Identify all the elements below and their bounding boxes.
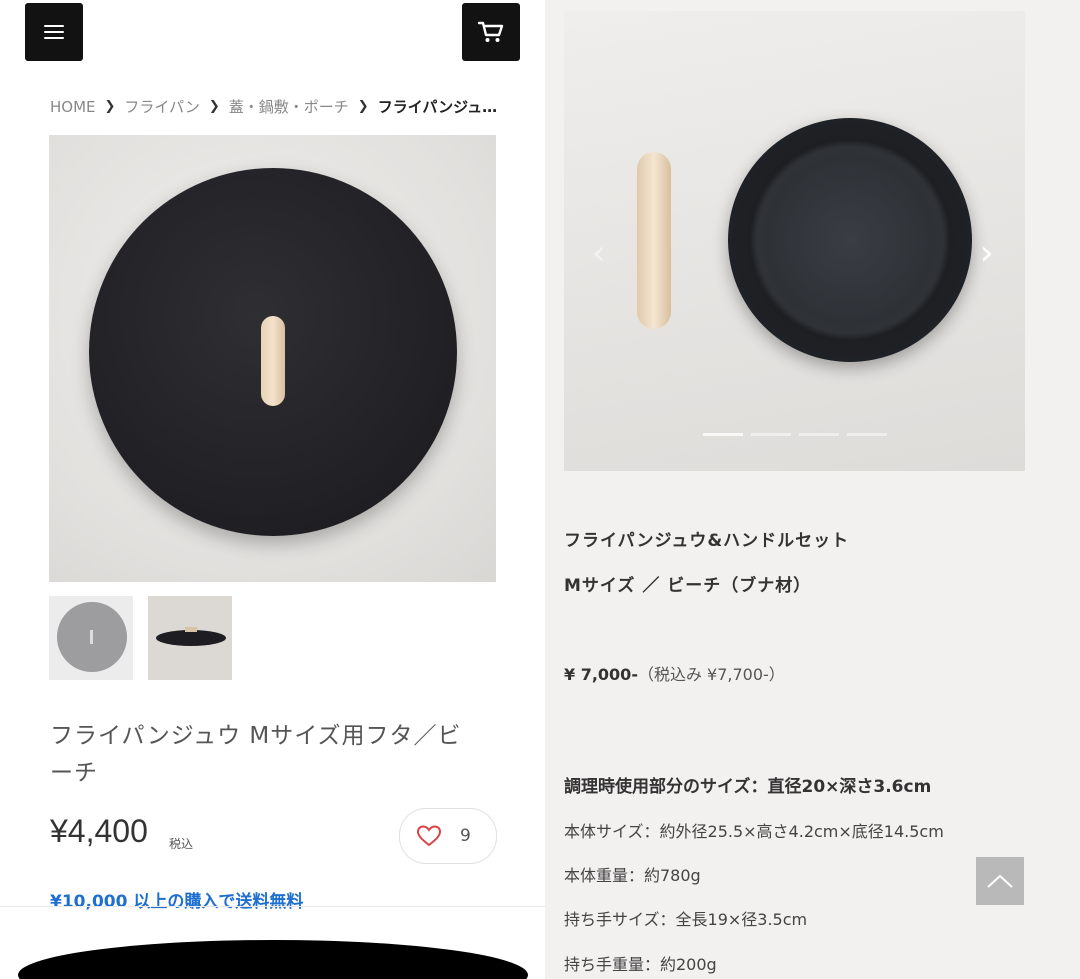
product-image-slider[interactable]: ‹ › xyxy=(564,11,1025,471)
slider-dot[interactable] xyxy=(703,433,743,436)
thumbnail-2[interactable] xyxy=(148,596,232,680)
slider-dots xyxy=(703,433,887,436)
spec-body-size: 本体サイズ：約外径25.5×高さ4.2cm×底径14.5cm xyxy=(564,822,944,841)
product-price: ¥4,400 xyxy=(50,813,148,849)
chevron-left-icon[interactable]: ‹ xyxy=(592,236,606,270)
chevron-right-icon: ❯ xyxy=(208,99,220,114)
heart-icon xyxy=(416,825,442,847)
breadcrumb: HOME ❯ フライパン ❯ 蓋・鍋敷・ポーチ ❯ フライパンジュ… xyxy=(50,96,500,117)
spec-heading: 調理時使用部分のサイズ：直径20×深さ3.6cm xyxy=(564,777,932,797)
chevron-right-icon: ❯ xyxy=(104,99,116,114)
lid-illustration xyxy=(89,168,457,536)
chevron-up-icon xyxy=(987,874,1013,888)
product-main-image[interactable] xyxy=(49,135,496,582)
set-price: ¥ 7,000-（税込み ¥7,700-） xyxy=(564,661,785,685)
set-price-incl: （税込み ¥7,700-） xyxy=(637,665,785,684)
breadcrumb-current: フライパンジュ… xyxy=(377,98,498,116)
product-title: フライパンジュウ Mサイズ用フタ／ビーチ xyxy=(50,723,462,786)
frypan-illustration xyxy=(728,118,972,362)
spec-handle-size: 持ち手サイズ：全長19×径3.5cm xyxy=(564,910,808,929)
free-shipping-notice[interactable]: ¥10,000 以上の購入で送料無料 xyxy=(50,887,303,912)
shopping-cart-icon xyxy=(478,21,504,42)
slider-dot[interactable] xyxy=(799,433,839,436)
tax-label: 税込 xyxy=(169,837,194,851)
hamburger-menu-icon xyxy=(44,25,64,39)
breadcrumb-home[interactable]: HOME xyxy=(50,98,96,116)
divider xyxy=(0,906,545,907)
cart-button[interactable] xyxy=(462,3,520,61)
set-price-value: ¥ 7,000- xyxy=(564,665,638,684)
favorite-count: 9 xyxy=(460,826,471,846)
wooden-knob xyxy=(261,316,285,406)
breadcrumb-lid[interactable]: 蓋・鍋敷・ポーチ xyxy=(229,96,349,117)
breadcrumb-frypan[interactable]: フライパン xyxy=(124,96,199,117)
redaction-overlay xyxy=(18,940,528,979)
chevron-right-icon: ❯ xyxy=(357,99,369,114)
set-variant: Mサイズ ／ ビーチ（ブナ材） xyxy=(564,576,812,596)
favorite-button[interactable]: 9 xyxy=(399,808,497,864)
back-to-top-button[interactable] xyxy=(976,857,1024,905)
slider-dot[interactable] xyxy=(847,433,887,436)
spec-handle-weight: 持ち手重量：約200g xyxy=(564,955,717,974)
set-name: フライパンジュウ&ハンドルセット xyxy=(564,531,850,551)
spec-body-weight: 本体重量：約780g xyxy=(564,866,701,885)
thumbnail-1[interactable] xyxy=(49,596,133,680)
menu-button[interactable] xyxy=(25,3,83,61)
chevron-right-icon[interactable]: › xyxy=(980,236,994,270)
wooden-handle xyxy=(637,152,671,329)
slider-dot[interactable] xyxy=(751,433,791,436)
left-panel: HOME ❯ フライパン ❯ 蓋・鍋敷・ポーチ ❯ フライパンジュ… フライパン… xyxy=(0,0,545,979)
